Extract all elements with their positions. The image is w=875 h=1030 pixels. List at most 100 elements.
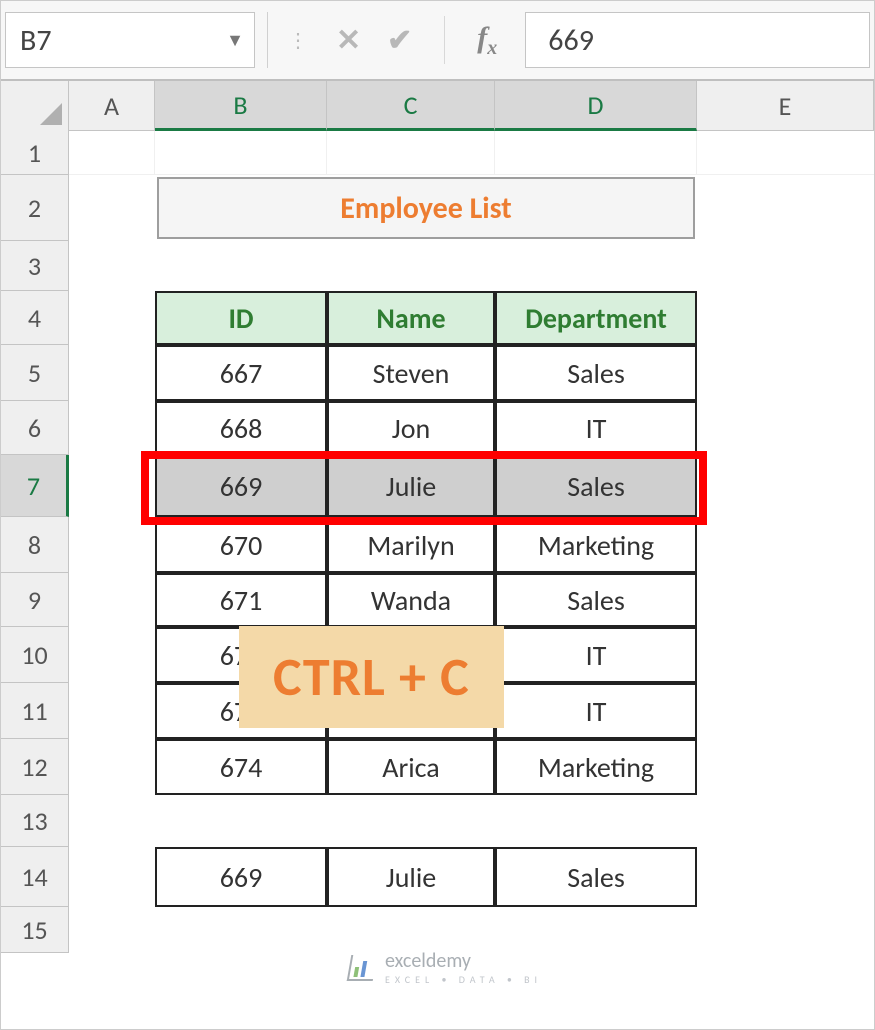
cell-B7[interactable]: 669 (155, 455, 327, 517)
cell-C14[interactable]: Julie (327, 847, 495, 907)
cell-E6[interactable] (697, 401, 874, 455)
cell-A9[interactable] (69, 573, 155, 627)
row-header-11[interactable]: 11 (1, 683, 68, 739)
cell-D14[interactable]: Sales (495, 847, 697, 907)
cell-E7[interactable] (697, 455, 874, 517)
cell-A4[interactable] (69, 291, 155, 345)
cell-E8[interactable] (697, 517, 874, 573)
cell-C13[interactable] (327, 795, 495, 847)
formula-input[interactable]: 669 (525, 12, 870, 68)
cell-D6[interactable]: IT (495, 401, 697, 455)
cell-E11[interactable] (697, 683, 874, 739)
col-header-A[interactable]: A (69, 81, 155, 130)
cell-E10[interactable] (697, 627, 874, 683)
col-header-C[interactable]: C (327, 81, 495, 131)
cell-E1[interactable] (697, 131, 874, 174)
header-name[interactable]: Name (327, 291, 495, 345)
row-header-6[interactable]: 6 (1, 401, 68, 455)
cell-A6[interactable] (69, 401, 155, 455)
cell-B1[interactable] (155, 131, 327, 174)
cell-E12[interactable] (697, 739, 874, 795)
cell-A3[interactable] (69, 241, 155, 291)
fx-icon[interactable]: fx (477, 21, 497, 60)
cell-B13[interactable] (155, 795, 327, 847)
cell-D11[interactable]: IT (495, 683, 697, 739)
header-id[interactable]: ID (155, 291, 327, 345)
cell-D1[interactable] (495, 131, 697, 174)
cell-A2[interactable] (69, 175, 155, 241)
cell-B15[interactable] (155, 907, 327, 953)
cell-A12[interactable] (69, 739, 155, 795)
cancel-icon[interactable]: ✕ (336, 22, 361, 59)
watermark-tagline: EXCEL • DATA • BI (385, 973, 542, 986)
cell-B9[interactable]: 671 (155, 573, 327, 627)
row-header-9[interactable]: 9 (1, 573, 68, 627)
cell-D10[interactable]: IT (495, 627, 697, 683)
select-all-triangle[interactable] (1, 81, 69, 131)
cell-D7[interactable]: Sales (495, 455, 697, 517)
row-header-14[interactable]: 14 (1, 847, 68, 907)
cells-area[interactable]: Employee List ID Name Department (69, 131, 874, 953)
cell-E2[interactable] (697, 175, 874, 241)
cell-C1[interactable] (327, 131, 495, 174)
row-header-7[interactable]: 7 (1, 455, 69, 517)
cell-A1[interactable] (69, 131, 155, 174)
cell-C3[interactable] (327, 241, 495, 291)
cell-A5[interactable] (69, 345, 155, 401)
row-header-12[interactable]: 12 (1, 739, 68, 795)
enter-icon[interactable]: ✔ (387, 22, 412, 59)
row-header-8[interactable]: 8 (1, 517, 68, 573)
col-header-D[interactable]: D (495, 81, 697, 131)
cell-A10[interactable] (69, 627, 155, 683)
cell-E5[interactable] (697, 345, 874, 401)
cell-D15[interactable] (495, 907, 697, 953)
cell-C7[interactable]: Julie (327, 455, 495, 517)
col-header-E[interactable]: E (697, 81, 874, 130)
cell-C12[interactable]: Arica (327, 739, 495, 795)
cell-A15[interactable] (69, 907, 155, 953)
cell-E13[interactable] (697, 795, 874, 847)
cell-A8[interactable] (69, 517, 155, 573)
cell-B6[interactable]: 668 (155, 401, 327, 455)
cell-B5[interactable]: 667 (155, 345, 327, 401)
cell-A11[interactable] (69, 683, 155, 739)
cell-D5[interactable]: Sales (495, 345, 697, 401)
cell-E9[interactable] (697, 573, 874, 627)
cell-D12[interactable]: Marketing (495, 739, 697, 795)
header-dept[interactable]: Department (495, 291, 697, 345)
cell-C5[interactable]: Steven (327, 345, 495, 401)
cell-D13[interactable] (495, 795, 697, 847)
cell-C6[interactable]: Jon (327, 401, 495, 455)
cell-E3[interactable] (697, 241, 874, 291)
row-header-15[interactable]: 15 (1, 907, 68, 953)
row-header-10[interactable]: 10 (1, 627, 68, 683)
cell-D8[interactable]: Marketing (495, 517, 697, 573)
cell-D3[interactable] (495, 241, 697, 291)
drag-handle-icon[interactable]: ⋮ (288, 28, 310, 53)
worksheet-grid: A B C D E 1 2 3 4 5 6 7 8 9 10 11 12 13 … (1, 81, 874, 953)
cell-A14[interactable] (69, 847, 155, 907)
row-header-1[interactable]: 1 (1, 131, 68, 175)
row-header-5[interactable]: 5 (1, 345, 68, 401)
cell-B14[interactable]: 669 (155, 847, 327, 907)
cell-C15[interactable] (327, 907, 495, 953)
cell-A7[interactable] (69, 455, 155, 517)
row-header-13[interactable]: 13 (1, 795, 68, 847)
name-box[interactable]: B7 ▼ (5, 12, 255, 68)
cell-E15[interactable] (697, 907, 874, 953)
cell-C9[interactable]: Wanda (327, 573, 495, 627)
row-header-3[interactable]: 3 (1, 241, 68, 291)
cell-C8[interactable]: Marilyn (327, 517, 495, 573)
title-range[interactable]: Employee List (155, 175, 697, 241)
cell-E14[interactable] (697, 847, 874, 907)
cell-B8[interactable]: 670 (155, 517, 327, 573)
cell-B3[interactable] (155, 241, 327, 291)
row-header-4[interactable]: 4 (1, 291, 68, 345)
cell-B12[interactable]: 674 (155, 739, 327, 795)
col-header-B[interactable]: B (155, 81, 327, 131)
cell-A13[interactable] (69, 795, 155, 847)
row-header-2[interactable]: 2 (1, 175, 68, 241)
chevron-down-icon[interactable]: ▼ (226, 29, 244, 51)
cell-E4[interactable] (697, 291, 874, 345)
cell-D9[interactable]: Sales (495, 573, 697, 627)
